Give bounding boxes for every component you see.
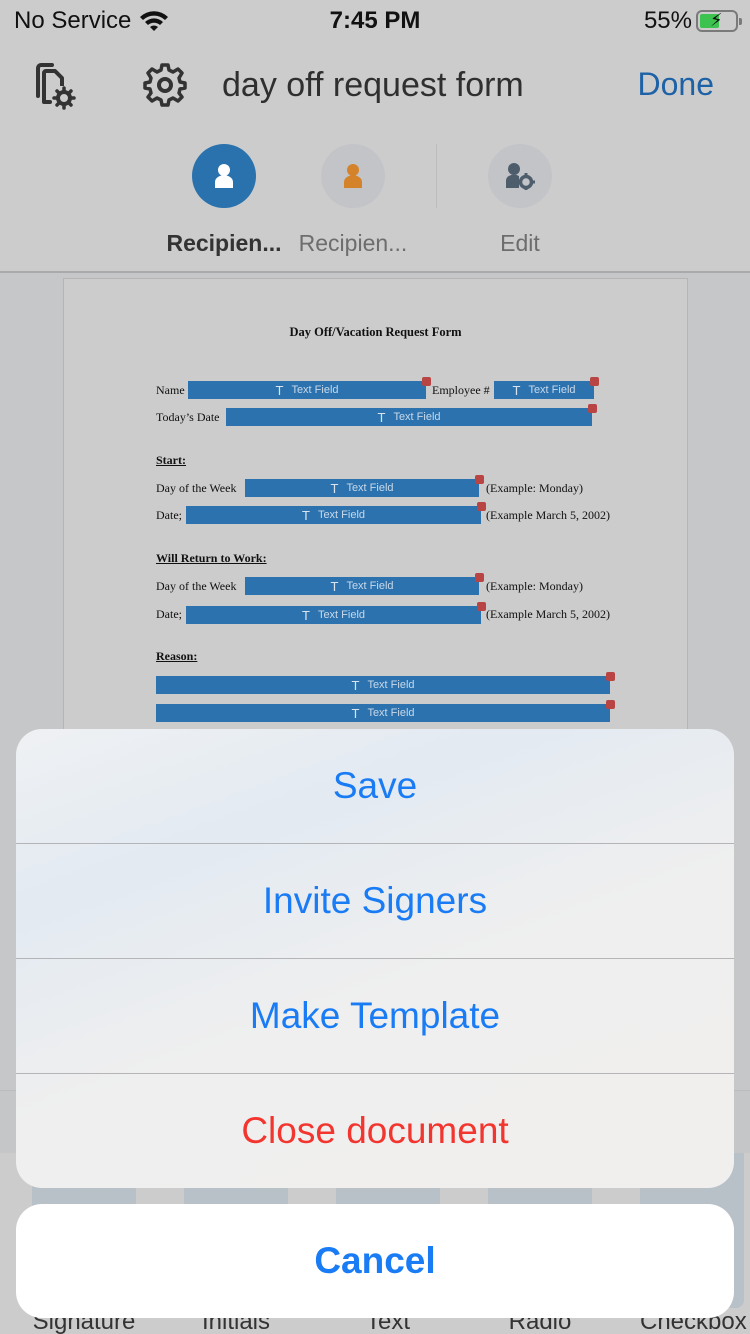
nav-bar: day off request form Done: [0, 40, 750, 130]
edit-avatar: [488, 144, 552, 208]
action-sheet: Save Invite Signers Make Template Close …: [16, 729, 734, 1188]
recipient-avatar: [321, 144, 385, 208]
roles-divider: [436, 144, 437, 208]
clock: 7:45 PM: [329, 7, 421, 34]
start-date-text-field[interactable]: T Text Field: [186, 502, 486, 524]
name-text-field[interactable]: T Text Field: [188, 377, 431, 399]
battery-icon: ⚡: [696, 10, 742, 32]
return-day-text-field[interactable]: T Text Field: [245, 573, 484, 595]
example-day-note: (Example: Monday): [486, 481, 583, 495]
text-type-icon: T: [330, 578, 339, 594]
document-title: day off request form: [222, 66, 524, 104]
recipient-tab-1[interactable]: Recipien...: [149, 144, 299, 257]
start-day-label: Day of the Week: [156, 481, 237, 495]
text-type-icon: T: [351, 677, 360, 693]
charging-bolt-icon: ⚡: [710, 10, 723, 30]
text-type-icon: T: [377, 409, 386, 425]
person-icon: [215, 164, 233, 188]
field-handle[interactable]: [475, 475, 484, 484]
status-bar: No Service 7:45 PM 55% ⚡: [0, 0, 750, 40]
battery-percent: 55%: [643, 7, 692, 34]
make-template-button[interactable]: Make Template: [16, 959, 734, 1074]
text-type-icon: T: [330, 480, 339, 496]
edit-tab[interactable]: Edit: [445, 144, 595, 257]
save-button[interactable]: Save: [16, 729, 734, 844]
employee-text-field[interactable]: T Text Field: [494, 377, 599, 399]
return-date-text-field[interactable]: T Text Field: [186, 602, 486, 624]
recipients-bar: Recipien... Recipien... Edit: [0, 130, 750, 273]
edit-label: Edit: [500, 230, 540, 256]
close-document-button[interactable]: Close document: [16, 1074, 734, 1188]
field-handle[interactable]: [477, 602, 486, 611]
start-date-label: Date;: [156, 508, 182, 522]
recipient-label: Recipien...: [298, 230, 408, 256]
text-type-icon: T: [275, 382, 284, 398]
done-button[interactable]: Done: [638, 66, 715, 103]
text-type-icon: T: [301, 607, 310, 623]
recipient-avatar: [192, 144, 256, 208]
field-handle[interactable]: [606, 700, 615, 709]
field-handle[interactable]: [588, 404, 597, 413]
text-type-icon: T: [351, 705, 360, 721]
start-heading: Start:: [156, 453, 186, 467]
return-day-label: Day of the Week: [156, 579, 237, 593]
employee-label: Employee #: [432, 383, 490, 397]
field-handle[interactable]: [422, 377, 431, 386]
field-handle[interactable]: [590, 377, 599, 386]
example-date-note: (Example March 5, 2002): [486, 508, 610, 522]
reason-text-field-2[interactable]: T Text Field: [156, 700, 615, 722]
start-day-text-field[interactable]: T Text Field: [245, 475, 484, 497]
todays-date-text-field[interactable]: T Text Field: [226, 404, 597, 426]
will-return-heading: Will Return to Work:: [156, 551, 267, 565]
recipient-tab-2[interactable]: Recipien...: [278, 144, 428, 257]
document-settings-icon[interactable]: [32, 60, 82, 110]
reason-text-field-1[interactable]: T Text Field: [156, 672, 615, 694]
reason-heading: Reason:: [156, 649, 198, 663]
person-gear-icon: [506, 163, 535, 190]
name-label: Name: [156, 383, 185, 397]
text-type-icon: T: [301, 507, 310, 523]
recipient-label: Recipien...: [166, 230, 282, 256]
text-type-icon: T: [512, 382, 521, 398]
todays-date-label: Today’s Date: [156, 410, 220, 424]
invite-signers-button[interactable]: Invite Signers: [16, 844, 734, 959]
cancel-button[interactable]: Cancel: [16, 1204, 734, 1318]
person-icon: [344, 164, 362, 188]
field-handle[interactable]: [606, 672, 615, 681]
return-date-label: Date;: [156, 607, 182, 621]
example-day-note: (Example: Monday): [486, 579, 583, 593]
form-title: Day Off/Vacation Request Form: [289, 325, 462, 339]
field-handle[interactable]: [477, 502, 486, 511]
example-date-note: (Example March 5, 2002): [486, 607, 610, 621]
battery-nub: [739, 18, 742, 25]
gear-icon[interactable]: [140, 60, 190, 110]
field-handle[interactable]: [475, 573, 484, 582]
